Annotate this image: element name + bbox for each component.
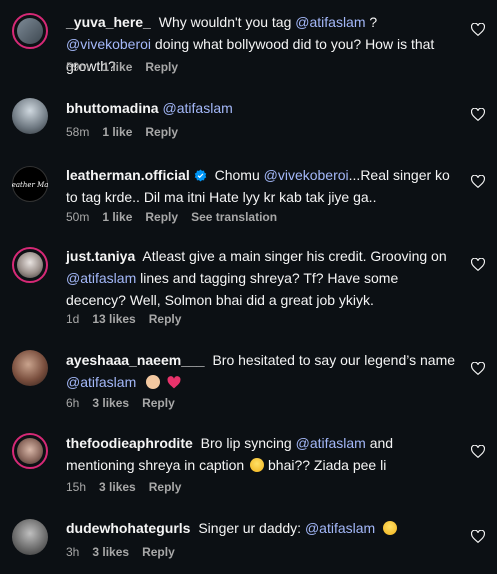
comment-text: ? <box>365 14 378 30</box>
heart-icon[interactable] <box>471 23 485 36</box>
comment-username[interactable]: _yuva_here_ <box>66 14 151 30</box>
see-translation-button[interactable]: See translation <box>191 210 277 224</box>
avatar-logo-text: Leather Man <box>12 181 48 189</box>
like-count[interactable]: 1 like <box>102 125 132 139</box>
comment-text: Singer ur daddy: <box>194 520 305 536</box>
comment-item: bhuttomadina @atifaslam 58m 1 like Reply <box>0 84 497 150</box>
mention-link[interactable]: @atifaslam <box>66 270 136 286</box>
comment-body: thefoodieaphrodite Bro lip syncing @atif… <box>66 432 461 476</box>
comment-text: Bro lip syncing <box>196 435 296 451</box>
comment-meta: 15h 3 likes Reply <box>66 480 194 494</box>
comment-body: just.taniya Atleast give a main singer h… <box>66 245 461 311</box>
comment-item: dudewhohategurls Singer ur daddy: @atifa… <box>0 508 497 574</box>
comment-meta: 59m 1 like Reply <box>66 60 191 74</box>
comment-username[interactable]: thefoodieaphrodite <box>66 435 193 451</box>
comment-time: 58m <box>66 125 90 139</box>
comment-body: ayeshaaa_naeem___ Bro hesitated to say o… <box>66 349 461 393</box>
like-count[interactable]: 1 like <box>102 60 132 74</box>
reply-button[interactable]: Reply <box>142 545 175 559</box>
comment-username[interactable]: bhuttomadina <box>66 100 159 116</box>
hands-heart-emoji-icon <box>146 375 161 389</box>
comment-item: just.taniya Atleast give a main singer h… <box>0 236 497 340</box>
heart-icon[interactable] <box>471 175 485 188</box>
reply-button[interactable]: Reply <box>145 210 178 224</box>
like-count[interactable]: 3 likes <box>92 396 129 410</box>
heart-icon[interactable] <box>471 530 485 543</box>
comment-body: dudewhohategurls Singer ur daddy: @atifa… <box>66 517 461 539</box>
like-count[interactable]: 3 likes <box>92 545 129 559</box>
reply-button[interactable]: Reply <box>142 396 175 410</box>
comment-username[interactable]: leatherman.official <box>66 167 190 183</box>
comment-time: 15h <box>66 480 87 494</box>
mention-link[interactable]: @atifaslam <box>163 100 233 116</box>
heart-icon[interactable] <box>471 362 485 375</box>
grinning-squinting-emoji-icon <box>383 521 398 535</box>
heart-icon[interactable] <box>471 108 485 121</box>
mention-link[interactable]: @atifaslam <box>305 520 375 536</box>
comment-meta: 50m 1 like Reply See translation <box>66 210 290 224</box>
mention-link[interactable]: @vivekoberoi <box>264 167 349 183</box>
avatar[interactable] <box>12 247 48 283</box>
avatar[interactable] <box>12 98 48 134</box>
comment-item: _yuva_here_ Why wouldn't you tag @atifas… <box>0 0 497 84</box>
avatar[interactable] <box>12 433 48 469</box>
heart-emoji-icon <box>167 376 181 389</box>
heart-icon[interactable] <box>471 258 485 271</box>
verified-badge-icon <box>194 169 206 182</box>
comment-text: Chomu <box>210 167 264 183</box>
comment-text: Bro hesitated to say our legend’s name <box>208 352 456 368</box>
comment-meta: 6h 3 likes Reply <box>66 396 188 410</box>
comment-item: thefoodieaphrodite Bro lip syncing @atif… <box>0 424 497 508</box>
comment-time: 6h <box>66 396 80 410</box>
mention-link[interactable]: @atifaslam <box>296 435 366 451</box>
mention-link[interactable]: @vivekoberoi <box>66 36 151 52</box>
comment-item: Leather Man leatherman.official Chomu @v… <box>0 150 497 236</box>
avatar[interactable] <box>12 13 48 49</box>
comment-time: 50m <box>66 210 90 224</box>
avatar[interactable] <box>12 350 48 386</box>
comment-meta: 1d 13 likes Reply <box>66 312 194 326</box>
comment-meta: 58m 1 like Reply <box>66 125 191 139</box>
comment-username[interactable]: dudewhohategurls <box>66 520 190 536</box>
reply-button[interactable]: Reply <box>145 60 178 74</box>
grinning-squinting-emoji-icon <box>250 458 265 472</box>
mention-link[interactable]: @atifaslam <box>66 374 136 390</box>
comment-body: leatherman.official Chomu @vivekoberoi..… <box>66 164 461 208</box>
avatar[interactable]: Leather Man <box>12 166 48 202</box>
like-count[interactable]: 1 like <box>102 210 132 224</box>
comment-time: 59m <box>66 60 90 74</box>
reply-button[interactable]: Reply <box>145 125 178 139</box>
comment-item: ayeshaaa_naeem___ Bro hesitated to say o… <box>0 340 497 424</box>
like-count[interactable]: 13 likes <box>92 312 135 326</box>
avatar[interactable] <box>12 519 48 555</box>
comment-username[interactable]: just.taniya <box>66 248 135 264</box>
comment-text: bhai?? Ziada pee li <box>264 457 387 473</box>
comment-time: 1d <box>66 312 80 326</box>
mention-link[interactable]: @atifaslam <box>295 14 365 30</box>
reply-button[interactable]: Reply <box>149 312 182 326</box>
reply-button[interactable]: Reply <box>149 480 182 494</box>
comment-text: Why wouldn't you tag <box>154 14 296 30</box>
heart-icon[interactable] <box>471 445 485 458</box>
comment-meta: 3h 3 likes Reply <box>66 545 188 559</box>
comment-text: Atleast give a main singer his credit. G… <box>139 248 447 264</box>
comment-username[interactable]: ayeshaaa_naeem___ <box>66 352 205 368</box>
comment-time: 3h <box>66 545 80 559</box>
like-count[interactable]: 3 likes <box>99 480 136 494</box>
comment-body: bhuttomadina @atifaslam <box>66 97 461 119</box>
